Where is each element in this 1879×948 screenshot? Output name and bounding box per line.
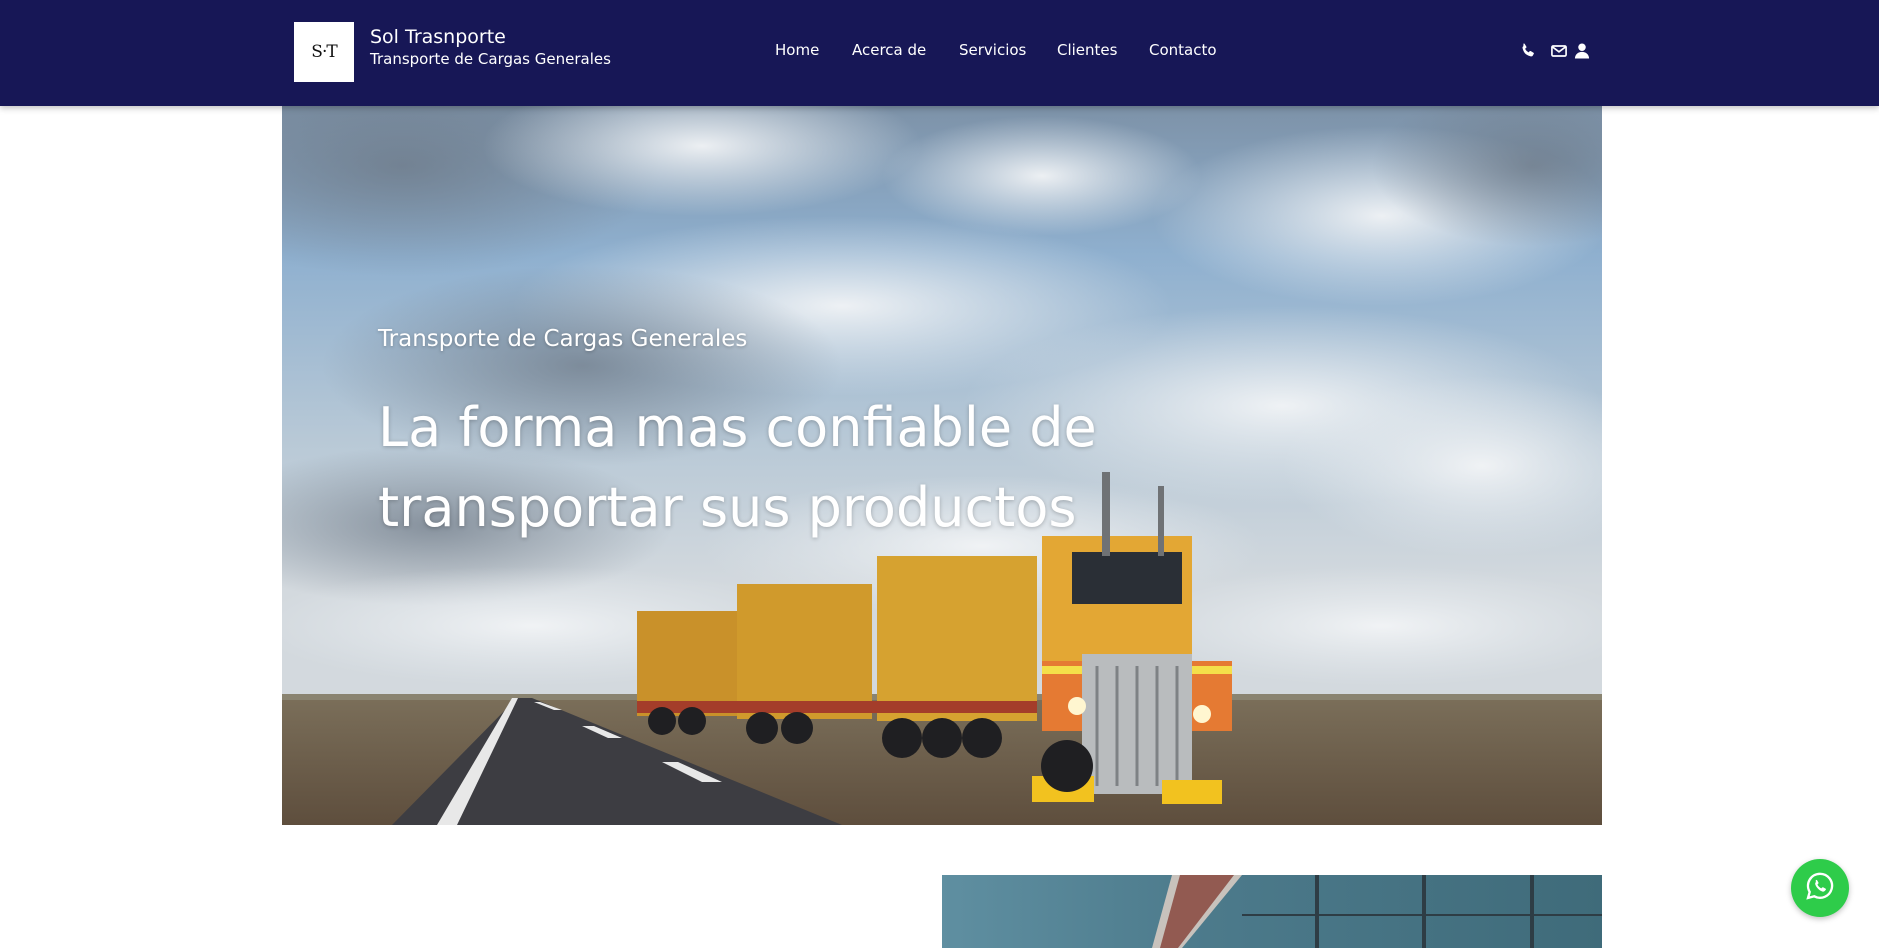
nav-contacto[interactable]: Contacto bbox=[1149, 41, 1217, 59]
nav-acerca-de[interactable]: Acerca de bbox=[852, 41, 926, 59]
main-nav: Home Acerca de Servicios Clientes Contac… bbox=[0, 41, 1879, 63]
hero-title: La forma mas confiable de transportar su… bbox=[378, 396, 1097, 539]
whatsapp-button[interactable] bbox=[1791, 859, 1849, 917]
nav-servicios[interactable]: Servicios bbox=[959, 41, 1026, 59]
hero-banner: Transporte de Cargas Generales La forma … bbox=[282, 106, 1602, 825]
nav-home[interactable]: Home bbox=[775, 41, 819, 59]
user-icon[interactable] bbox=[1572, 41, 1592, 61]
section-image bbox=[942, 875, 1602, 948]
nav-clientes[interactable]: Clientes bbox=[1057, 41, 1117, 59]
mail-icon[interactable] bbox=[1549, 41, 1569, 61]
site-header: S·T Sol Trasnporte Transporte de Cargas … bbox=[0, 0, 1879, 106]
hero-subtitle: Transporte de Cargas Generales bbox=[378, 326, 748, 352]
phone-icon[interactable] bbox=[1518, 41, 1538, 61]
whatsapp-icon bbox=[1803, 869, 1837, 907]
